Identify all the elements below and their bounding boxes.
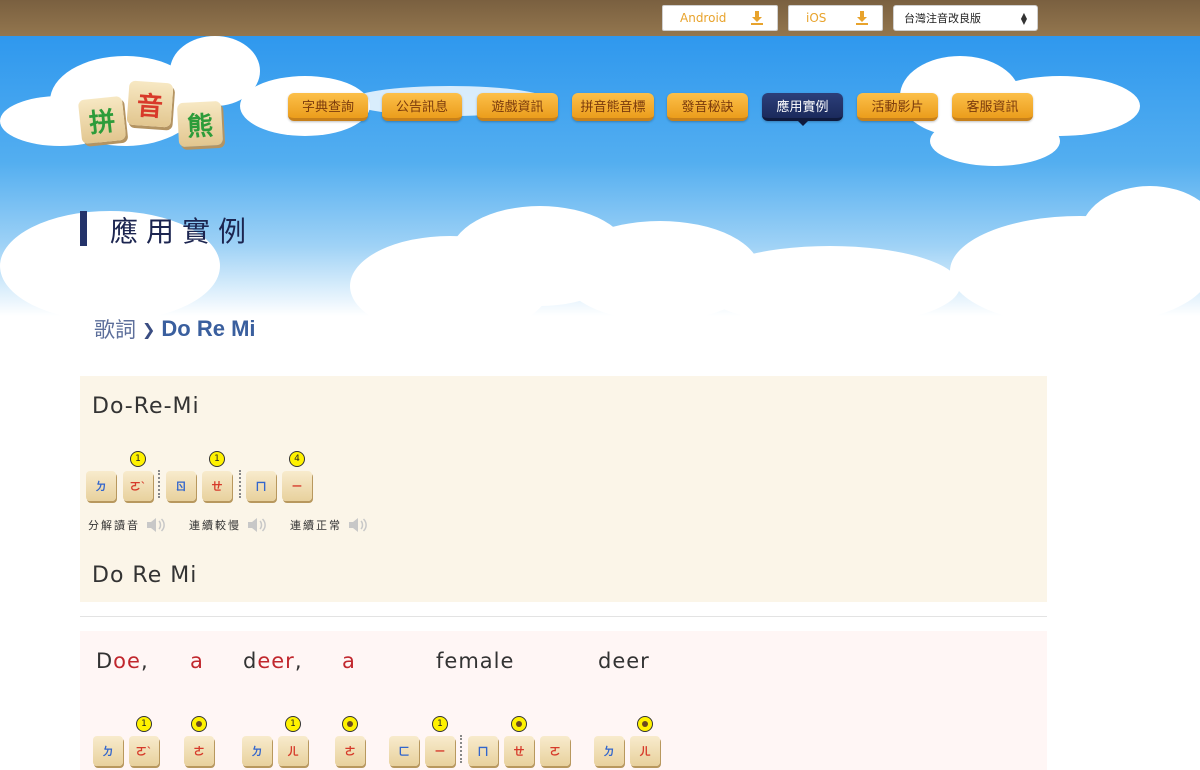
logo-tile: 拼 bbox=[77, 95, 127, 145]
zhuyin-tile[interactable]: ㄛ bbox=[540, 736, 570, 766]
page-title: 應用實例 bbox=[110, 215, 255, 248]
lyric-vowel: eer bbox=[257, 649, 295, 673]
zhuyin-tile[interactable]: ㄛˋ bbox=[129, 736, 159, 766]
nav-item[interactable]: 活動影片 bbox=[857, 93, 938, 121]
logo-tile: 音 bbox=[126, 80, 174, 128]
select-caret-icon: ▲ ▼ bbox=[1020, 11, 1027, 26]
lyric-word: deer, bbox=[243, 649, 303, 673]
nav-item[interactable]: 公告訊息 bbox=[382, 93, 462, 121]
tone-marker bbox=[511, 716, 527, 732]
android-download-button[interactable]: Android bbox=[662, 5, 778, 31]
nav-item[interactable]: 遊戲資訊 bbox=[477, 93, 558, 121]
tone-marker bbox=[637, 716, 653, 732]
tone-marker: 1 bbox=[130, 451, 146, 467]
syllable-divider bbox=[158, 470, 160, 498]
lyric-text: d bbox=[243, 649, 258, 673]
android-label: Android bbox=[680, 11, 727, 25]
nav-item[interactable]: 拼音熊音標 bbox=[572, 93, 654, 121]
lyric-word: Doe, bbox=[96, 649, 149, 673]
song-title: Do-Re-Mi bbox=[92, 394, 200, 419]
lyric-text: , bbox=[140, 649, 149, 673]
nav-item[interactable]: 客服資訊 bbox=[952, 93, 1033, 121]
lyric-vowel: a bbox=[342, 649, 356, 673]
zhuyin-tile[interactable]: ㄉ bbox=[93, 736, 123, 766]
lyric-word: a bbox=[342, 649, 356, 673]
chevron-right-icon: ❯ bbox=[142, 319, 156, 339]
song-title-plain: Do Re Mi bbox=[92, 563, 198, 588]
zhuyin-tile[interactable]: ㄦ bbox=[630, 736, 660, 766]
download-icon bbox=[856, 11, 868, 25]
syllable-divider bbox=[460, 735, 462, 763]
zhuyin-tile[interactable]: ㄛˋ bbox=[123, 471, 153, 501]
control-label: 連續正常 bbox=[290, 519, 342, 532]
zhuyin-tile[interactable]: ㄦ bbox=[278, 736, 308, 766]
zhuyin-tile[interactable]: ㄧ bbox=[282, 471, 312, 501]
tone-marker: 1 bbox=[285, 716, 301, 732]
ios-label: iOS bbox=[806, 11, 827, 25]
zhuyin-tile[interactable]: ㄇ bbox=[246, 471, 276, 501]
tone-marker: 1 bbox=[136, 716, 152, 732]
select-value: 台灣注音改良版 bbox=[904, 12, 981, 25]
breadcrumb-parent[interactable]: 歌詞 bbox=[94, 314, 136, 344]
breadcrumb-current: Do Re Mi bbox=[161, 316, 256, 341]
sky-header bbox=[0, 36, 1200, 316]
breadcrumb: 歌詞 ❯ Do Re Mi bbox=[94, 314, 256, 344]
lyric-text: d bbox=[598, 649, 613, 673]
control-label: 連續較慢 bbox=[189, 519, 241, 532]
lyric-text: emale bbox=[444, 649, 515, 673]
lyric-word: a bbox=[190, 649, 204, 673]
zhuyin-tile[interactable]: ㄉ bbox=[594, 736, 624, 766]
logo-tile: 熊 bbox=[176, 100, 224, 148]
lyric-text: eer bbox=[612, 649, 650, 673]
zhuyin-tile[interactable]: ㄉ bbox=[242, 736, 272, 766]
lyric-text: D bbox=[96, 649, 114, 673]
tone-marker: 1 bbox=[209, 451, 225, 467]
play-split-control[interactable]: 分解讀音 bbox=[88, 517, 166, 533]
zhuyin-tile[interactable]: ㄇ bbox=[468, 736, 498, 766]
lyric-word: deer bbox=[598, 649, 650, 673]
zhuyin-tile[interactable]: ㄝ bbox=[504, 736, 534, 766]
control-label: 分解讀音 bbox=[88, 519, 140, 532]
download-icon bbox=[751, 11, 763, 25]
lyric-vowel: a bbox=[190, 649, 204, 673]
title-accent-bar bbox=[80, 211, 87, 246]
zhuyin-tile[interactable]: ㄉ bbox=[86, 471, 116, 501]
syllable-divider bbox=[239, 470, 241, 498]
nav-item[interactable]: 應用實例 bbox=[762, 93, 843, 126]
tone-marker: 4 bbox=[289, 451, 305, 467]
divider bbox=[80, 616, 1047, 617]
play-slow-control[interactable]: 連續較慢 bbox=[189, 517, 267, 533]
tone-marker bbox=[342, 716, 358, 732]
lyric-text: , bbox=[294, 649, 303, 673]
tone-marker: 1 bbox=[432, 716, 448, 732]
ios-download-button[interactable]: iOS bbox=[788, 5, 883, 31]
zhuyin-tile[interactable]: ㄜ bbox=[184, 736, 214, 766]
speaker-icon[interactable] bbox=[146, 517, 166, 533]
zhuyin-tile[interactable]: ㄧ bbox=[425, 736, 455, 766]
nav-item[interactable]: 字典查詢 bbox=[288, 93, 368, 121]
nav-item[interactable]: 發音秘訣 bbox=[667, 93, 748, 121]
zhuyin-tile[interactable]: ㄝ bbox=[202, 471, 232, 501]
lyric-word: female bbox=[436, 649, 514, 673]
speaker-icon[interactable] bbox=[348, 517, 368, 533]
phonetic-system-select[interactable]: 台灣注音改良版 ▲ ▼ bbox=[893, 5, 1038, 31]
zhuyin-tile[interactable]: ㄈ bbox=[389, 736, 419, 766]
play-normal-control[interactable]: 連續正常 bbox=[290, 517, 368, 533]
speaker-icon[interactable] bbox=[247, 517, 267, 533]
zhuyin-tile[interactable]: ㄜ bbox=[335, 736, 365, 766]
lyric-vowel: oe bbox=[113, 649, 141, 673]
tone-marker bbox=[191, 716, 207, 732]
zhuyin-tile[interactable]: ㄖ bbox=[166, 471, 196, 501]
pinyin-bear-logo[interactable]: 拼 音 熊 bbox=[77, 80, 230, 150]
